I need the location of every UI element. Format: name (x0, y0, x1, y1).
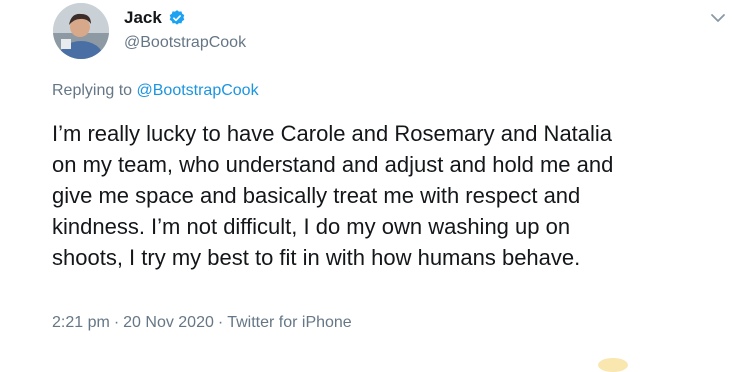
tweet-text: I’m really lucky to have Carole and Rose… (52, 118, 732, 273)
tweet-text-line: kindness. I’m not difficult, I do my own… (52, 214, 571, 239)
user-handle[interactable]: @BootstrapCook (124, 33, 246, 53)
tweet-date[interactable]: 20 Nov 2020 (123, 314, 214, 331)
tweet-text-line: give me space and basically treat me wit… (52, 183, 581, 208)
tweet-text-line: shoots, I try my best to fit in with how… (52, 245, 581, 270)
replying-to: Replying to @BootstrapCook (52, 81, 259, 101)
tweet-time[interactable]: 2:21 pm (52, 314, 110, 331)
tweet-card: Jack @BootstrapCook Replying to @Bootstr… (0, 0, 733, 372)
avatar-image (53, 3, 109, 59)
cropped-graphic (598, 358, 628, 372)
reply-handle-link[interactable]: @BootstrapCook (137, 82, 259, 99)
reply-prefix: Replying to (52, 82, 137, 99)
tweet-metadata: 2:21 pm · 20 Nov 2020 · Twitter for iPhone (52, 313, 352, 333)
avatar[interactable] (53, 3, 109, 59)
verified-badge-icon (169, 10, 185, 25)
chevron-down-icon[interactable] (710, 12, 726, 24)
tweet-text-line: I’m really lucky to have Carole and Rose… (52, 121, 613, 146)
display-name[interactable]: Jack (124, 8, 162, 28)
tweet-text-line: on my team, who understand and adjust an… (52, 152, 614, 177)
separator-dot: · (113, 314, 120, 331)
separator-dot: · (217, 314, 224, 331)
tweet-source[interactable]: Twitter for iPhone (227, 314, 352, 331)
